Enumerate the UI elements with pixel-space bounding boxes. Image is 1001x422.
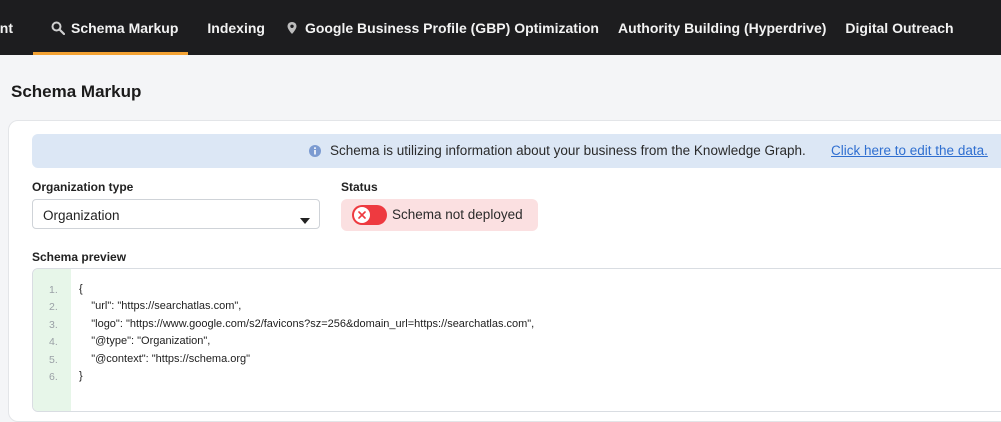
code-line: "@context": "https://schema.org": [79, 353, 251, 365]
schema-preview-label: Schema preview: [32, 250, 127, 264]
tab-schema-markup[interactable]: Schema Markup: [23, 0, 189, 55]
tab-label: Digital Outreach: [845, 19, 954, 36]
map-pin-icon: [285, 21, 299, 35]
status-badge: Schema not deployed: [341, 199, 538, 231]
status-text: Schema not deployed: [392, 207, 523, 222]
code-line: "url": "https://searchatlas.com",: [79, 300, 242, 312]
caret-down-icon: [300, 212, 310, 224]
tab-content-partial[interactable]: ent: [0, 0, 23, 55]
banner-message: Schema is utilizing information about yo…: [330, 143, 806, 158]
top-nav: ent Schema Markup Indexing Google Busine…: [0, 0, 1001, 55]
org-type-label: Organization type: [32, 180, 134, 194]
tab-gbp-optimization[interactable]: Google Business Profile (GBP) Optimizati…: [275, 0, 609, 55]
line-number: 5.: [49, 354, 58, 366]
tab-digital-outreach[interactable]: Digital Outreach: [836, 0, 963, 55]
line-number: 4.: [49, 336, 58, 348]
code-line: "@type": "Organization",: [79, 335, 211, 347]
code-line: "logo": "https://www.google.com/s2/favic…: [79, 318, 535, 330]
line-number: 6.: [49, 371, 58, 383]
tab-label: Authority Building (Hyperdrive): [617, 19, 827, 36]
edit-data-link[interactable]: Click here to edit the data.: [831, 143, 988, 158]
status-label: Status: [341, 180, 378, 194]
tab-label: Indexing: [207, 19, 265, 36]
line-number: 2.: [49, 301, 58, 313]
line-number: 1.: [49, 284, 58, 296]
deploy-toggle[interactable]: [352, 205, 387, 225]
tab-authority-building[interactable]: Authority Building (Hyperdrive): [609, 0, 836, 55]
line-gutter: 1. 2. 3. 4. 5. 6.: [33, 269, 71, 411]
tab-indexing[interactable]: Indexing: [188, 0, 275, 55]
search-icon: [51, 21, 65, 35]
tab-label: Schema Markup: [71, 19, 179, 36]
page-title: Schema Markup: [11, 82, 142, 101]
org-type-select[interactable]: Organization: [32, 199, 320, 229]
tab-label: ent: [0, 19, 13, 36]
info-icon: [308, 144, 322, 158]
schema-code-editor[interactable]: 1. 2. 3. 4. 5. 6. { "url": "https://sear…: [32, 268, 1001, 412]
close-icon: [358, 211, 366, 219]
line-number: 3.: [49, 319, 58, 331]
code-line: }: [79, 370, 83, 382]
toggle-knob: [354, 207, 370, 223]
knowledge-graph-banner: Schema is utilizing information about yo…: [32, 134, 1001, 168]
org-type-value: Organization: [43, 208, 120, 223]
tab-label: Google Business Profile (GBP) Optimizati…: [304, 19, 599, 36]
code-line: {: [79, 283, 83, 295]
